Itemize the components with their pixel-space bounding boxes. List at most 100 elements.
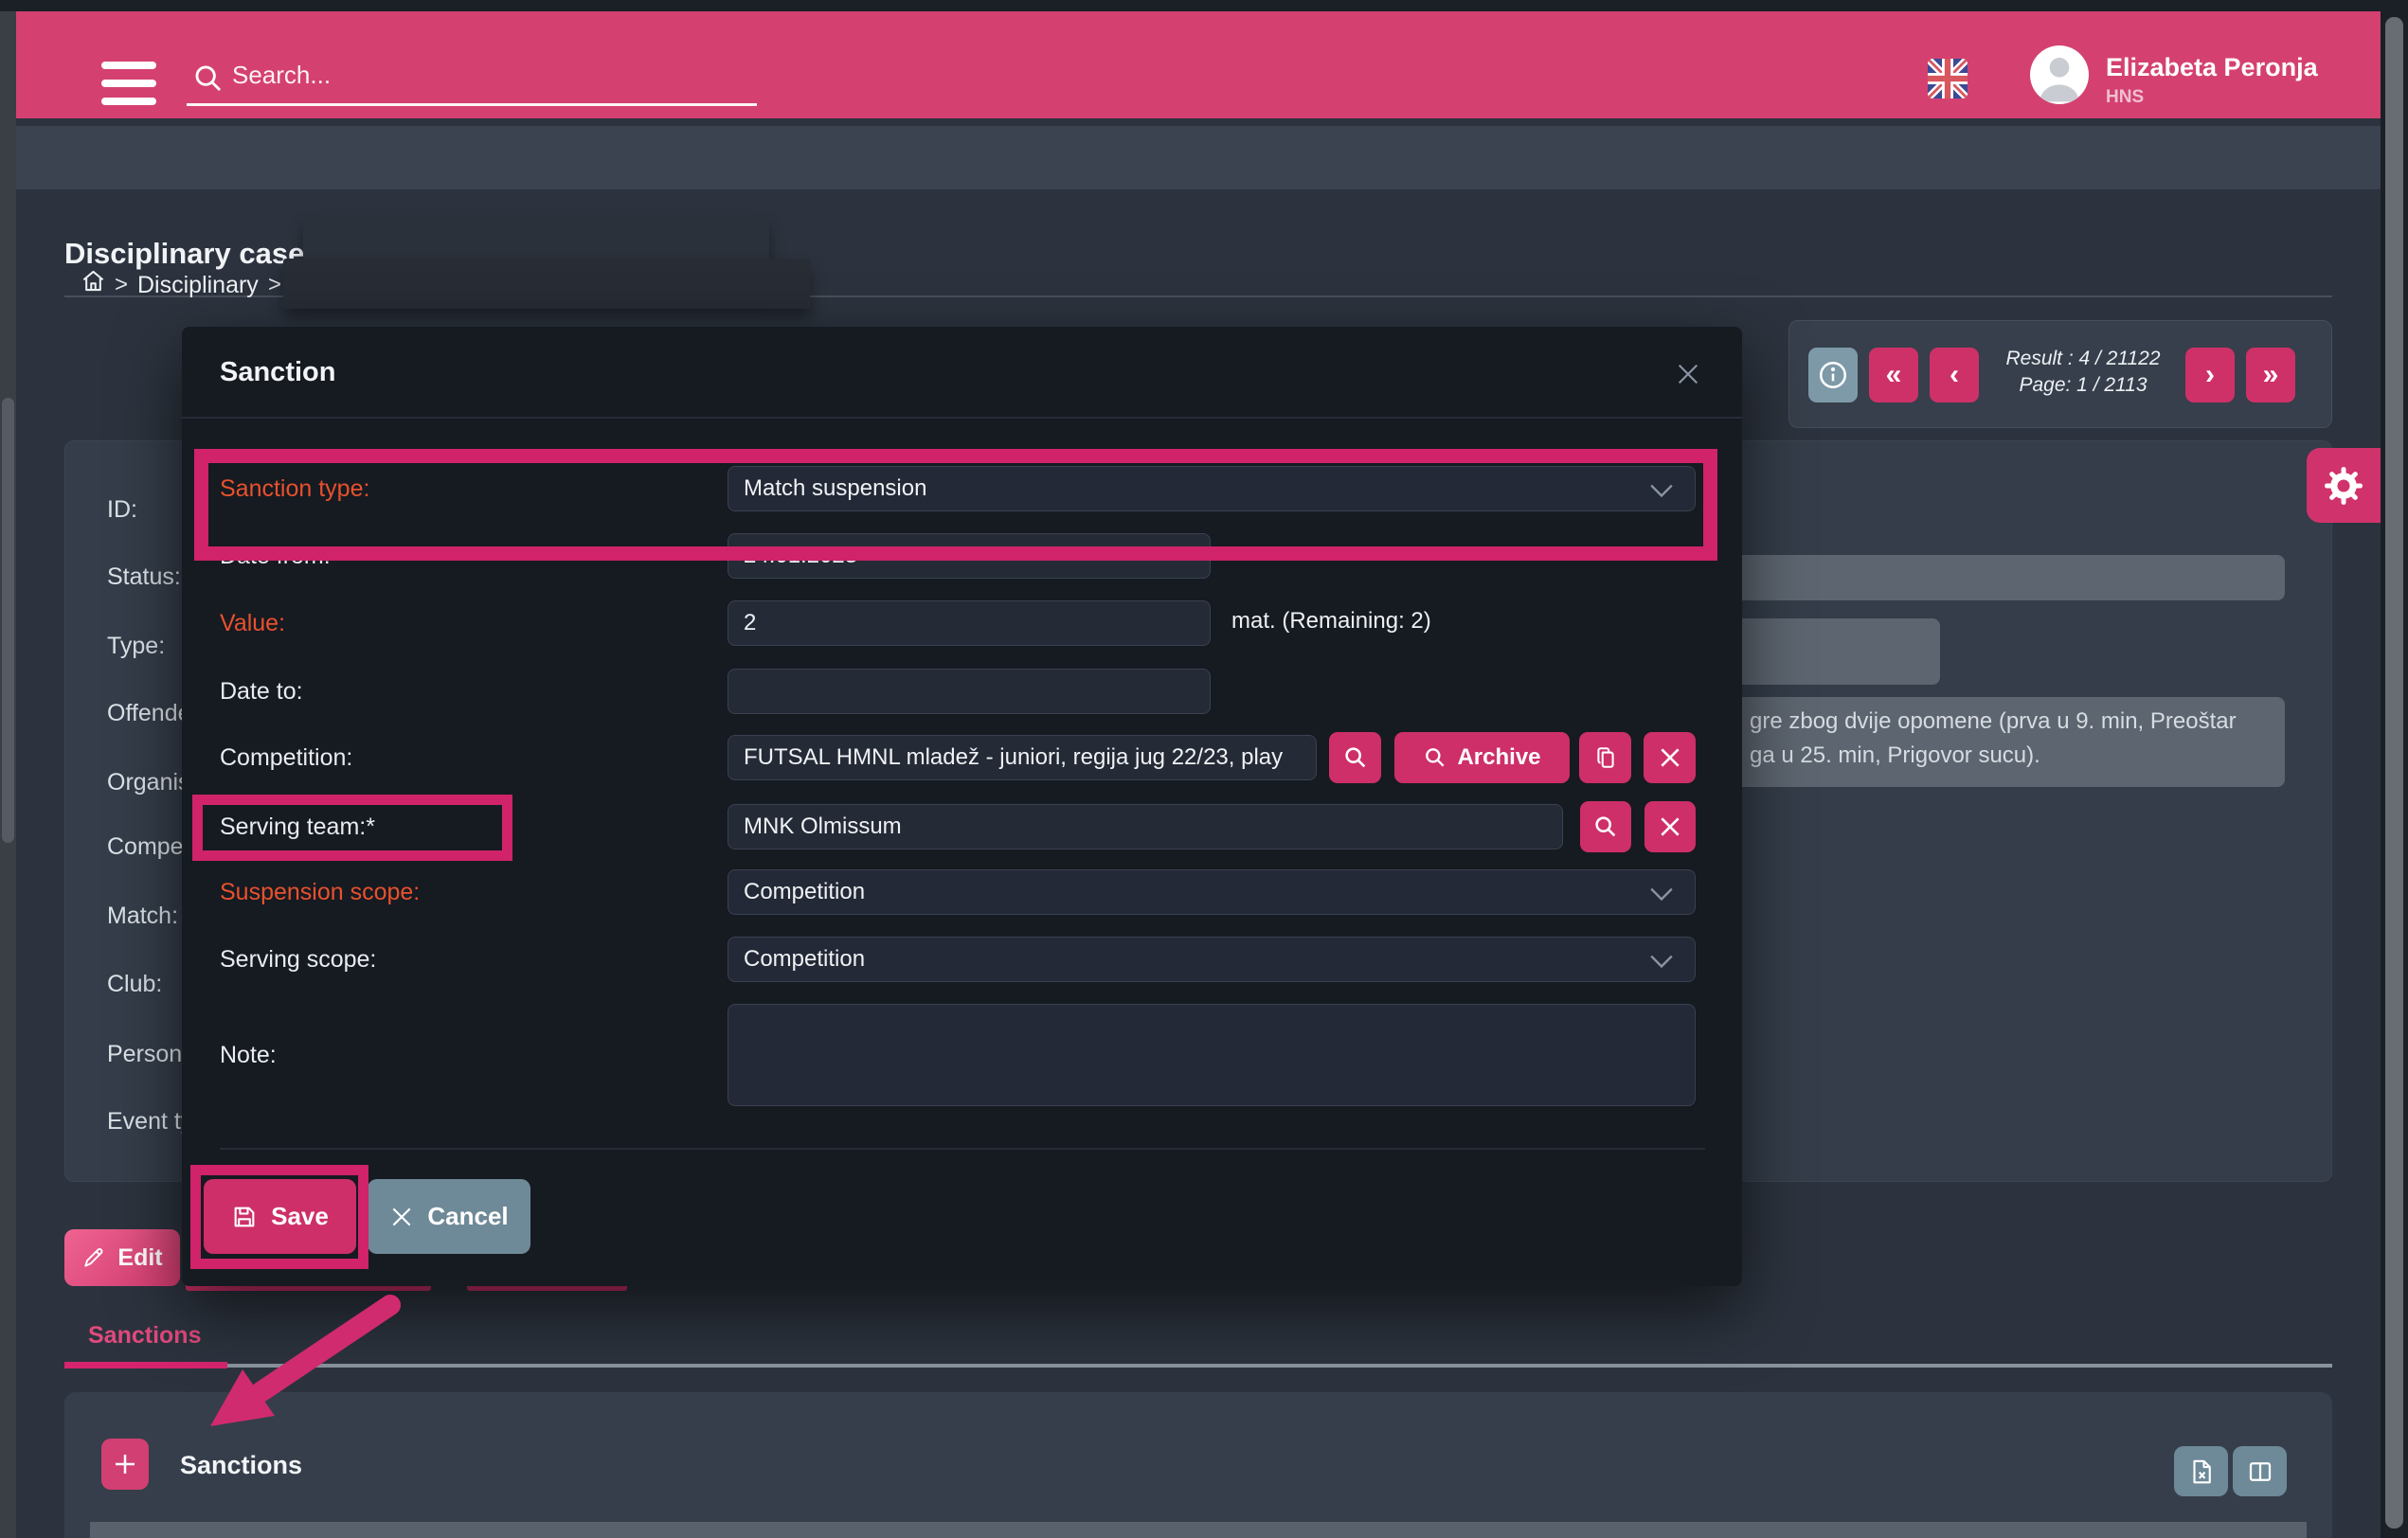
modal-header-divider — [182, 417, 1742, 419]
archive-button-label: Archive — [1457, 744, 1540, 771]
left-scrollbar-thumb[interactable] — [2, 398, 14, 843]
date-to-label: Date to: — [220, 678, 303, 706]
date-from-label: Date from: — [220, 543, 331, 570]
home-icon[interactable] — [81, 268, 106, 298]
sanction-type-select[interactable]: Match suspension — [728, 466, 1696, 511]
field-label-person: Person: — [107, 1041, 189, 1068]
pagination-status: Result : 4 / 21122 Page: 1 / 2113 — [1988, 346, 2178, 399]
search-icon — [1592, 814, 1619, 840]
competition-clear-button[interactable] — [1644, 732, 1696, 783]
note-textarea[interactable] — [728, 1004, 1696, 1106]
modal-title: Sanction — [220, 357, 335, 388]
search-input[interactable] — [232, 61, 744, 90]
close-icon — [389, 1205, 414, 1229]
field-label-type: Type: — [107, 633, 165, 660]
breadcrumb-item-disciplinary[interactable]: Disciplinary — [137, 272, 259, 299]
field-label-club: Club: — [107, 971, 162, 998]
competition-copy-button[interactable] — [1579, 732, 1631, 783]
user-name[interactable]: Elizabeta Peronja — [2106, 53, 2318, 82]
field-label-id: ID: — [107, 496, 137, 524]
serving-scope-value: Competition — [744, 946, 865, 973]
cancel-button[interactable]: Cancel — [368, 1179, 530, 1254]
close-icon — [1658, 745, 1682, 770]
previous-record-button[interactable]: ‹ — [1930, 348, 1979, 402]
save-icon — [231, 1204, 258, 1230]
columns-icon — [2246, 1458, 2274, 1486]
serving-team-search-button[interactable] — [1580, 801, 1631, 852]
sanctions-table-header-strip — [90, 1522, 2307, 1538]
application-window: Elizabeta Peronja HNS > Disciplinary > D… — [0, 0, 2408, 1538]
case-note-line: ga u 25. min, Prigovor sucu). — [1750, 739, 2040, 773]
export-file-button[interactable] — [2174, 1446, 2228, 1496]
value-label: Value: — [220, 610, 285, 637]
tab-sanctions[interactable]: Sanctions — [88, 1322, 201, 1350]
serving-scope-select[interactable]: Competition — [728, 937, 1696, 982]
page-count: Page: 1 / 2113 — [1988, 372, 2178, 399]
value-suffix: mat. (Remaining: 2) — [1231, 608, 1431, 635]
sanctions-section-card: Sanctions — [64, 1392, 2332, 1538]
file-export-icon — [2187, 1458, 2216, 1486]
menu-hamburger-icon[interactable] — [101, 62, 156, 105]
suspension-scope-value: Competition — [744, 879, 865, 905]
cancel-button-label: Cancel — [427, 1202, 508, 1231]
global-search — [187, 53, 757, 106]
user-organization: HNS — [2106, 87, 2144, 108]
search-icon — [1423, 745, 1447, 770]
page-title: Disciplinary case — [64, 237, 304, 271]
save-button-label: Save — [271, 1202, 329, 1231]
add-sanction-button[interactable] — [101, 1439, 149, 1490]
date-from-input[interactable] — [728, 533, 1211, 579]
redacted-breadcrumb-value — [283, 259, 810, 309]
info-button[interactable] — [1808, 348, 1858, 402]
field-label-status: Status: — [107, 563, 181, 591]
tab-bar-line — [227, 1364, 2332, 1368]
competition-search-button[interactable] — [1329, 732, 1381, 783]
field-label-match: Match: — [107, 903, 178, 930]
serving-team-clear-button[interactable] — [1644, 801, 1696, 852]
app-header: Elizabeta Peronja HNS — [16, 11, 2381, 118]
sanction-type-label: Sanction type: — [220, 475, 369, 503]
case-note-line: gre zbog dvije opomene (prva u 9. min, P… — [1750, 705, 2237, 739]
competition-input[interactable] — [728, 735, 1317, 780]
last-record-button[interactable]: » — [2246, 348, 2295, 402]
date-to-input[interactable] — [728, 669, 1211, 714]
value-input[interactable] — [728, 600, 1211, 646]
chevron-down-icon — [1649, 954, 1674, 969]
breadcrumb: > Disciplinary > — [16, 126, 2381, 189]
next-record-button[interactable]: › — [2185, 348, 2235, 402]
gear-icon — [2322, 464, 2365, 508]
sanction-type-value: Match suspension — [744, 475, 926, 502]
window-top-edge — [0, 0, 2408, 11]
tab-active-underline — [64, 1362, 227, 1368]
serving-scope-label: Serving scope: — [220, 946, 376, 974]
edit-button-label: Edit — [117, 1244, 162, 1272]
result-count: Result : 4 / 21122 — [1988, 346, 2178, 372]
edit-button[interactable]: Edit — [64, 1229, 180, 1286]
user-avatar[interactable] — [2030, 45, 2089, 104]
close-icon — [1658, 814, 1682, 839]
close-icon[interactable] — [1674, 361, 1702, 389]
settings-gear-button[interactable] — [2307, 448, 2381, 523]
serving-team-input[interactable] — [728, 804, 1563, 849]
first-record-button[interactable]: « — [1869, 348, 1918, 402]
columns-button[interactable] — [2233, 1446, 2287, 1496]
search-icon — [192, 63, 225, 95]
record-pagination: « ‹ Result : 4 / 21122 Page: 1 / 2113 › … — [1788, 320, 2332, 428]
note-label: Note: — [220, 1042, 277, 1069]
right-scrollbar-thumb[interactable] — [2385, 17, 2403, 1529]
serving-team-label: Serving team:* — [220, 814, 375, 841]
pencil-icon — [81, 1245, 106, 1270]
sanction-modal: Sanction Sanction type: Match suspension… — [182, 327, 1742, 1286]
language-flag-icon[interactable] — [1928, 59, 1968, 98]
breadcrumb-separator: > — [115, 272, 128, 298]
competition-archive-button[interactable]: Archive — [1394, 732, 1570, 783]
breadcrumb-separator: > — [268, 272, 281, 298]
chevron-down-icon — [1649, 483, 1674, 498]
sanctions-section-title: Sanctions — [180, 1451, 302, 1480]
suspension-scope-select[interactable]: Competition — [728, 869, 1696, 915]
chevron-down-icon — [1649, 886, 1674, 902]
save-button[interactable]: Save — [204, 1179, 356, 1254]
suspension-scope-label: Suspension scope: — [220, 879, 420, 906]
copy-icon — [1593, 745, 1618, 770]
modal-footer-divider — [220, 1148, 1705, 1150]
